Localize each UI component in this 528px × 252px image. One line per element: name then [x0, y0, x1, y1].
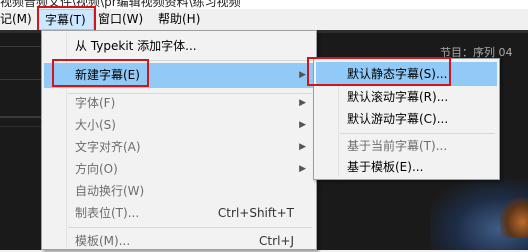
menu-item-text-align[interactable]: 文字对齐(A) ▶ [44, 136, 314, 158]
menu-item-label: 字体(F) [75, 96, 116, 110]
menu-item-default-crawl[interactable]: 默认游动字幕(C)... [316, 108, 497, 130]
panel-divider [0, 116, 42, 118]
submenu-arrow-icon: ▶ [299, 70, 306, 80]
menu-item-label: 基于当前字幕(T)... [347, 139, 448, 153]
new-title-submenu: 默认静态字幕(S)... 默认滚动字幕(R)... 默认游动字幕(C)... 基… [313, 58, 500, 180]
menu-separator [68, 60, 312, 61]
menu-item-templates[interactable]: 模板(M)... Ctrl+J [44, 230, 314, 252]
menu-item-based-on-current[interactable]: 基于当前字幕(T)... [316, 135, 497, 157]
menu-separator [340, 133, 495, 134]
submenu-arrow-icon: ▶ [299, 98, 306, 108]
menu-marker[interactable]: 记(M) [0, 9, 32, 30]
menu-help[interactable]: 帮助(H) [158, 9, 200, 30]
menu-item-label: 大小(S) [75, 118, 116, 132]
menu-item-new-title[interactable]: 新建字幕(E) ▶ [44, 63, 314, 88]
menu-title[interactable]: 字幕(T) [38, 9, 94, 30]
menu-item-label: 方向(O) [75, 162, 118, 176]
menu-separator [68, 227, 312, 228]
panel-divider [0, 126, 42, 127]
menu-item-label: 模板(M)... [75, 234, 131, 248]
menu-window[interactable]: 窗口(W) [98, 9, 143, 30]
menu-item-label: 从 Typekit 添加字体... [75, 39, 197, 53]
menu-item-label: 新建字幕(E) [75, 68, 140, 82]
menu-item-label: 默认游动字幕(C)... [347, 112, 449, 126]
menu-item-tab-stops[interactable]: 制表位(T)... Ctrl+Shift+T [44, 202, 314, 224]
submenu-arrow-icon: ▶ [299, 142, 306, 152]
window-title-bar: 视频音频文件\视频\pr编辑视频资料\练习视频 [0, 0, 528, 9]
menu-item-label: 制表位(T)... [75, 206, 140, 220]
title-menu: 从 Typekit 添加字体... 新建字幕(E) ▶ 字体(F) ▶ 大小(S… [41, 30, 317, 250]
menu-item-orientation[interactable]: 方向(O) ▶ [44, 158, 314, 180]
video-frame-preview-accent [500, 198, 528, 238]
menu-item-word-wrap[interactable]: 自动换行(W) [44, 180, 314, 202]
menu-item-default-still[interactable]: 默认静态字幕(S)... [316, 62, 497, 86]
menu-item-based-on-template[interactable]: 基于模板(E)... [316, 156, 497, 178]
submenu-arrow-icon: ▶ [299, 164, 306, 174]
menu-item-font[interactable]: 字体(F) ▶ [44, 92, 314, 114]
menu-item-shortcut: Ctrl+J [259, 234, 294, 248]
panel-divider [0, 46, 42, 80]
menu-item-label: 默认静态字幕(S)... [347, 67, 448, 81]
menu-item-label: 自动换行(W) [75, 184, 145, 198]
submenu-arrow-icon: ▶ [299, 120, 306, 130]
menu-item-default-roll[interactable]: 默认滚动字幕(R)... [316, 86, 497, 108]
menu-item-add-typekit-fonts[interactable]: 从 Typekit 添加字体... [44, 35, 314, 57]
menu-bar: 记(M) 字幕(T) 窗口(W) 帮助(H) [0, 9, 528, 30]
menu-item-label: 默认滚动字幕(R)... [347, 90, 449, 104]
window-title: 视频音频文件\视频\pr编辑视频资料\练习视频 [0, 0, 241, 9]
menu-item-label: 基于模板(E)... [347, 160, 424, 174]
menu-item-shortcut: Ctrl+Shift+T [217, 206, 294, 220]
menu-item-label: 文字对齐(A) [75, 140, 141, 154]
menu-item-size[interactable]: 大小(S) ▶ [44, 114, 314, 136]
